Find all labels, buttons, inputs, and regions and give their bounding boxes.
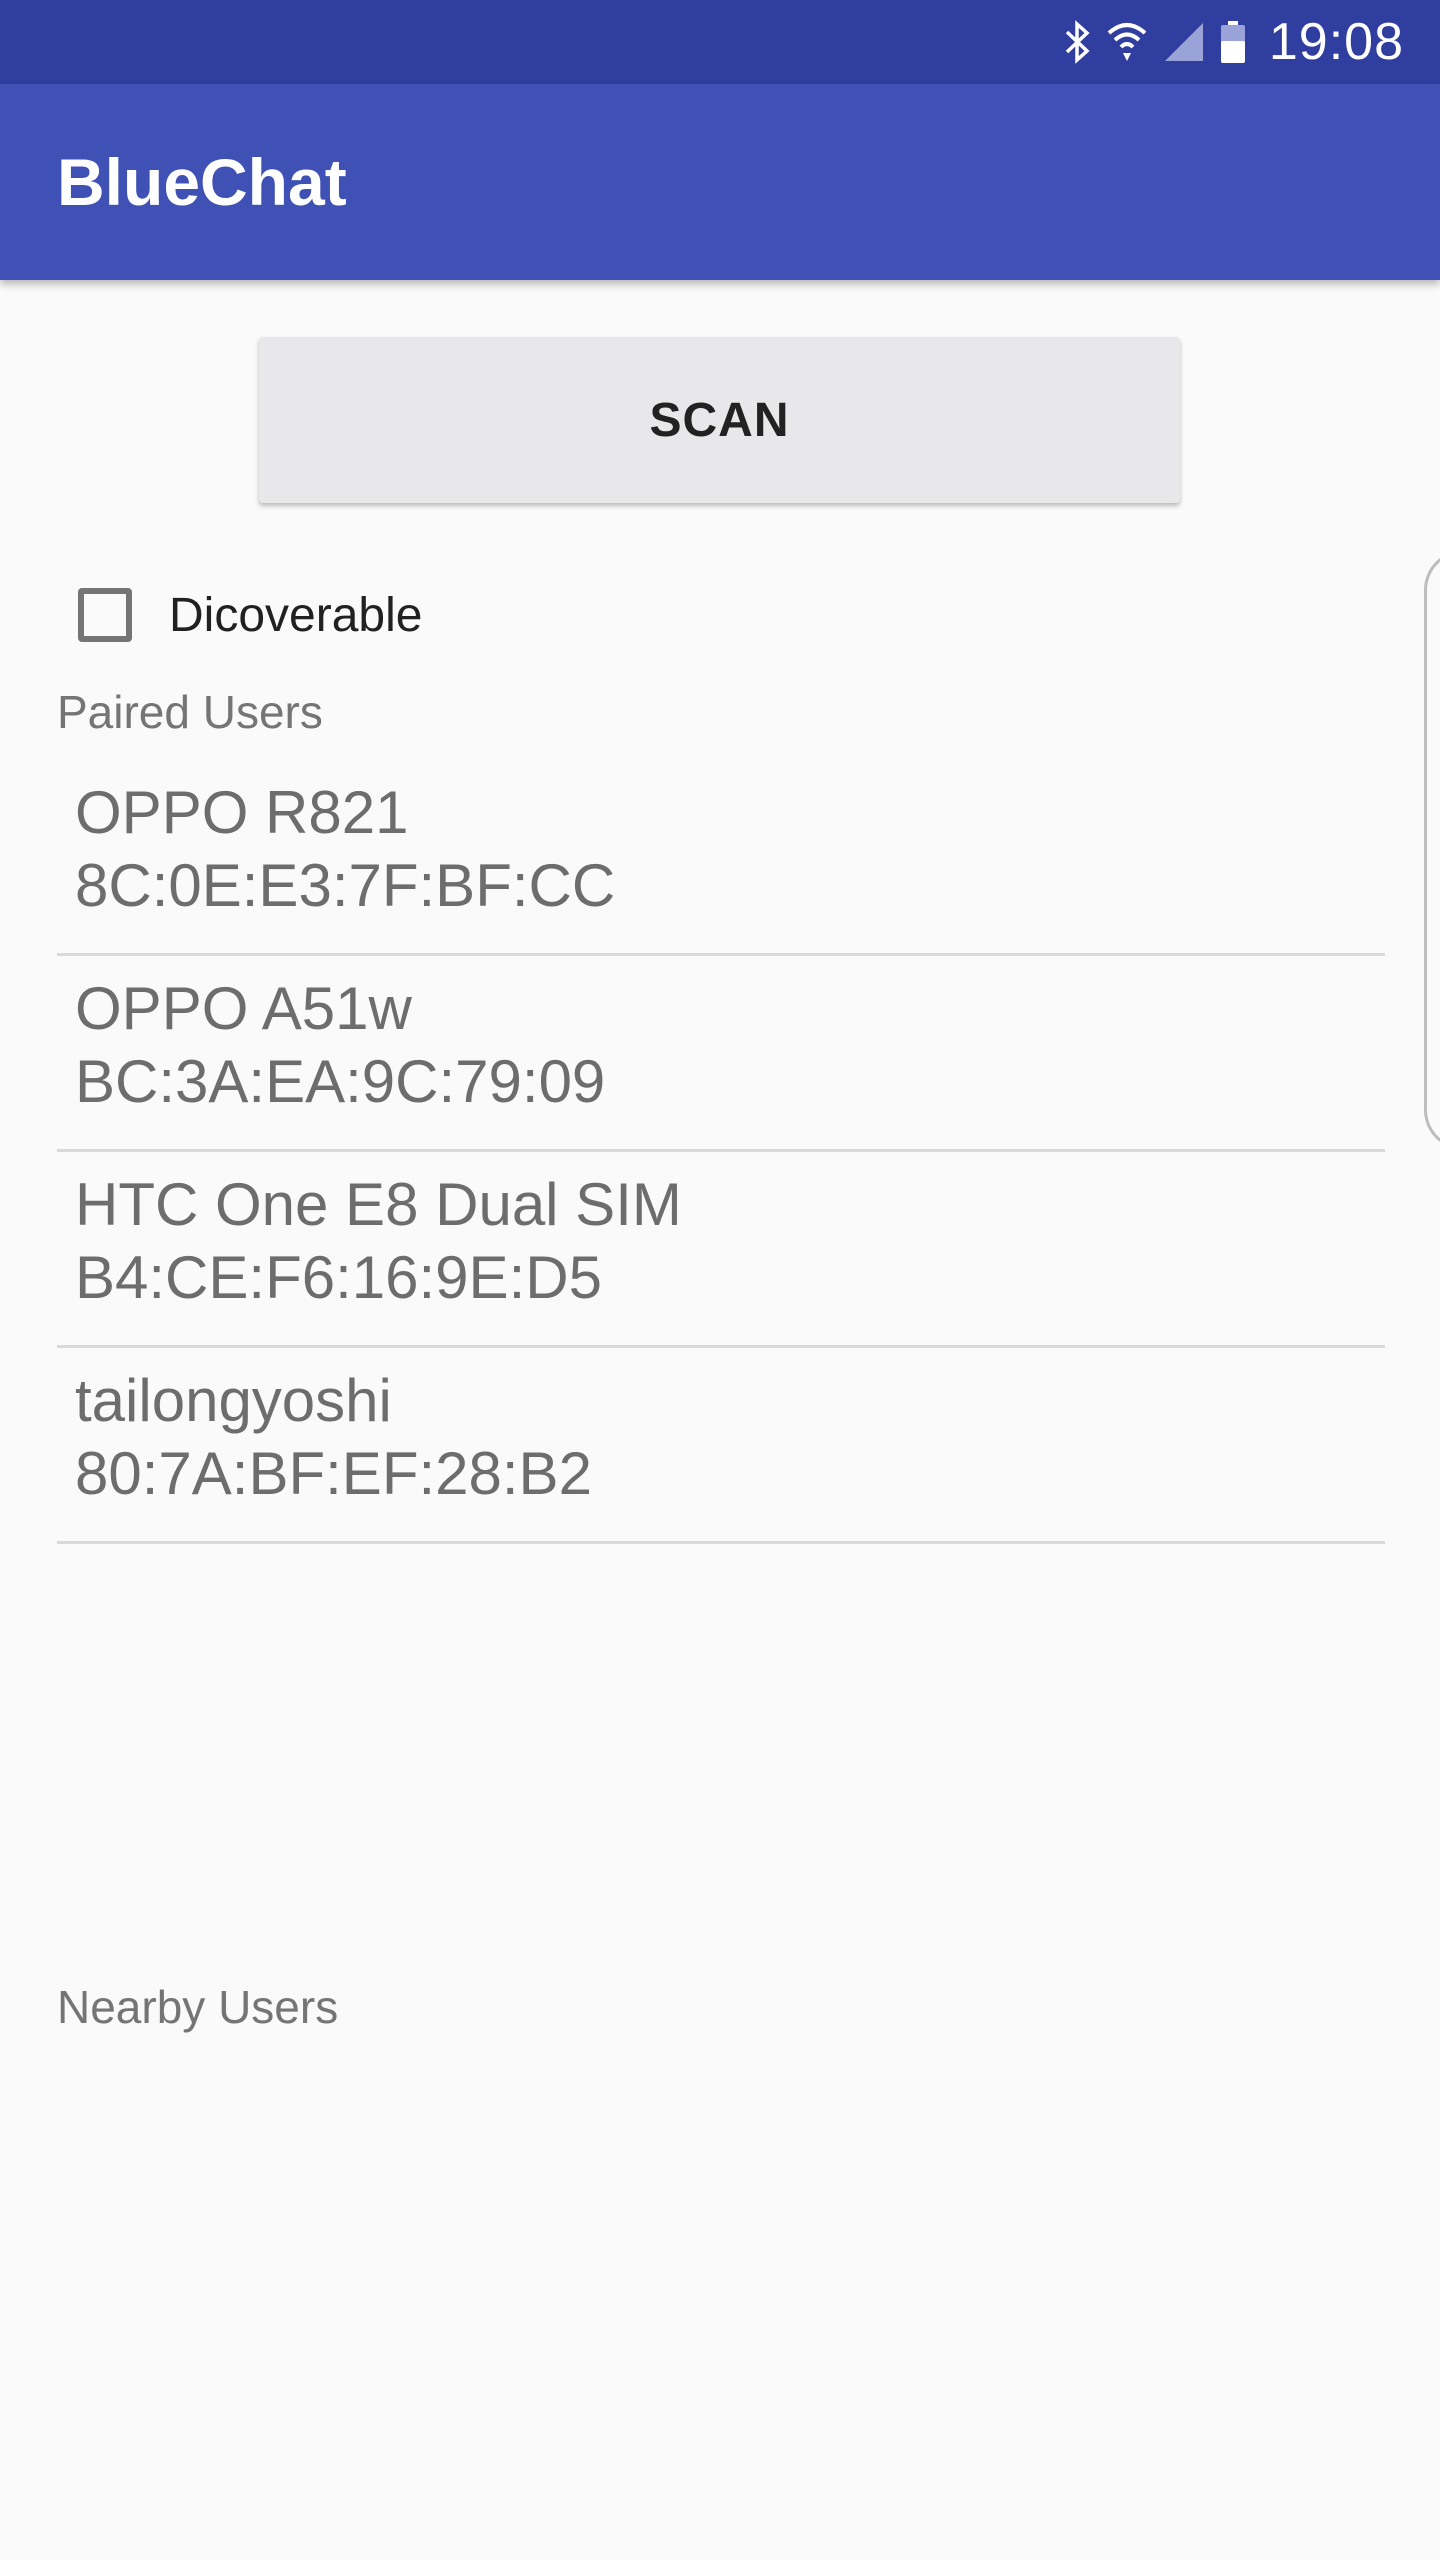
device-name: OPPO R821 (75, 779, 409, 846)
cell-signal-icon (1161, 19, 1205, 65)
paired-users-header: Paired Users (57, 686, 323, 738)
device-mac-address: 8C:0E:E3:7F:BF:CC (75, 852, 616, 919)
list-item[interactable]: OPPO R821 8C:0E:E3:7F:BF:CC (57, 760, 1385, 956)
paired-users-list: OPPO R821 8C:0E:E3:7F:BF:CC OPPO A51w BC… (57, 760, 1385, 1544)
list-item[interactable]: HTC One E8 Dual SIM B4:CE:F6:16:9E:D5 (57, 1152, 1385, 1348)
app-title: BlueChat (57, 145, 347, 219)
discoverable-label: Dicoverable (169, 588, 423, 642)
status-bar: 19:08 (0, 0, 1440, 84)
device-mac-address: 80:7A:BF:EF:28:B2 (75, 1440, 592, 1507)
device-name: HTC One E8 Dual SIM (75, 1171, 682, 1238)
list-item[interactable]: OPPO A51w BC:3A:EA:9C:79:09 (57, 956, 1385, 1152)
discoverable-checkbox[interactable] (78, 588, 132, 642)
wifi-icon (1107, 19, 1147, 65)
device-mac-address: BC:3A:EA:9C:79:09 (75, 1048, 606, 1115)
discoverable-toggle[interactable]: Dicoverable (78, 580, 422, 650)
device-name: OPPO A51w (75, 975, 412, 1042)
status-icons: 19:08 (1063, 0, 1404, 84)
list-item[interactable]: tailongyoshi 80:7A:BF:EF:28:B2 (57, 1348, 1385, 1544)
main-content: SCAN Dicoverable Paired Users OPPO R821 … (0, 280, 1440, 2560)
device-name: tailongyoshi (75, 1367, 392, 1434)
device-mac-address: B4:CE:F6:16:9E:D5 (75, 1244, 602, 1311)
bluetooth-icon (1063, 19, 1093, 65)
battery-icon (1219, 19, 1247, 65)
app-bar: BlueChat (0, 84, 1440, 280)
nearby-users-header: Nearby Users (57, 1981, 339, 2033)
edge-panel-handle[interactable] (1424, 550, 1440, 1150)
status-time: 19:08 (1268, 13, 1404, 71)
scan-button[interactable]: SCAN (259, 337, 1180, 503)
